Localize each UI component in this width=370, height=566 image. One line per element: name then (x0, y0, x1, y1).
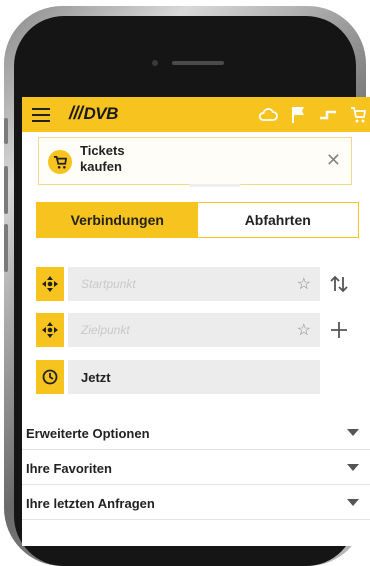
mute-switch (4, 118, 8, 144)
cart-icon (48, 150, 72, 174)
plus-icon[interactable] (328, 317, 350, 343)
app-bar: ///DVB (22, 97, 370, 132)
app-bar-actions (250, 97, 370, 132)
start-placeholder: Startpunkt (81, 277, 136, 291)
app-screen: ///DVB Tickets kaufen ✕ Verbindungen Abf… (22, 97, 370, 546)
ticket-banner[interactable]: Tickets kaufen ✕ (38, 137, 352, 187)
caret-down-icon (347, 499, 359, 506)
earpiece-speaker (172, 61, 224, 65)
section-letzte-anfragen[interactable]: Ihre letzten Anfragen (22, 486, 370, 520)
location-target-icon[interactable] (36, 267, 64, 301)
tab-abfahrten[interactable]: Abfahrten (198, 203, 359, 237)
swap-icon[interactable] (328, 271, 350, 297)
banner-divider (189, 184, 241, 187)
start-input[interactable]: Startpunkt ☆ (68, 267, 320, 301)
section-ihre-favoriten[interactable]: Ihre Favoriten (22, 451, 370, 485)
destination-input[interactable]: Zielpunkt ☆ (68, 313, 320, 347)
section-erweiterte-optionen[interactable]: Erweiterte Optionen (22, 416, 370, 450)
tab-verbindungen[interactable]: Verbindungen (37, 203, 198, 237)
ticket-banner-label: Tickets kaufen (80, 143, 125, 174)
time-value: Jetzt (81, 370, 111, 385)
close-icon[interactable]: ✕ (326, 150, 341, 171)
destination-placeholder: Zielpunkt (81, 323, 130, 337)
section-label: Erweiterte Optionen (26, 426, 150, 441)
section-label: Ihre Favoriten (26, 461, 112, 476)
front-camera (152, 60, 158, 66)
time-selector[interactable]: Jetzt (68, 360, 320, 394)
dvb-logo: ///DVB (69, 103, 118, 123)
caret-down-icon (347, 429, 359, 436)
cart-icon[interactable] (346, 103, 370, 127)
caret-down-icon (347, 464, 359, 471)
location-target-icon[interactable] (36, 313, 64, 347)
volume-down-button (4, 224, 8, 272)
volume-up-button (4, 166, 8, 214)
star-icon[interactable]: ☆ (297, 320, 311, 340)
mode-tabs: Verbindungen Abfahrten (36, 202, 359, 238)
menu-icon[interactable] (32, 108, 50, 122)
flag-icon[interactable] (286, 103, 310, 127)
connection-icon[interactable] (316, 103, 340, 127)
star-icon[interactable]: ☆ (297, 274, 311, 294)
section-label: Ihre letzten Anfragen (26, 496, 155, 511)
clock-icon[interactable] (36, 360, 64, 394)
cloud-icon[interactable] (256, 103, 280, 127)
